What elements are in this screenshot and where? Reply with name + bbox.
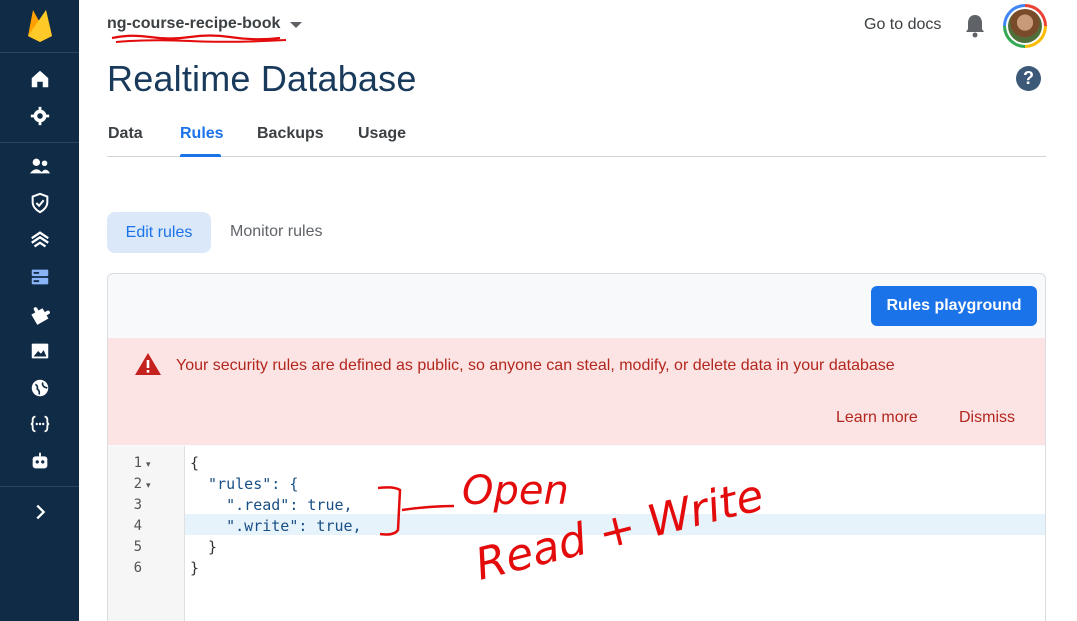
sidebar-divider: [0, 486, 79, 487]
sidebar-divider: [0, 142, 79, 143]
robot-icon[interactable]: [26, 447, 54, 475]
security-warning-banner: [108, 338, 1045, 445]
go-to-docs-link[interactable]: Go to docs: [864, 16, 941, 34]
firebase-logo[interactable]: [26, 8, 54, 42]
tab-rules[interactable]: Rules: [180, 125, 224, 143]
code-line: }: [190, 538, 218, 556]
monitor-rules-tab[interactable]: Monitor rules: [230, 223, 322, 241]
avatar[interactable]: [1003, 4, 1047, 48]
extensions-icon[interactable]: [26, 300, 54, 328]
shield-icon[interactable]: [26, 189, 54, 217]
tab-backups[interactable]: Backups: [257, 125, 324, 143]
line-number: 2: [133, 476, 142, 492]
handwritten-annotation: Open Read + Write: [377, 468, 769, 591]
help-icon[interactable]: ?: [1016, 66, 1041, 91]
functions-icon[interactable]: [26, 410, 54, 438]
code-line: ".read": true,: [190, 496, 353, 514]
code-line: {: [190, 454, 200, 472]
home-icon[interactable]: [26, 65, 54, 93]
line-number: 4: [133, 518, 142, 534]
settings-icon[interactable]: [26, 102, 54, 130]
database-icon[interactable]: [26, 263, 54, 291]
page-title: Realtime Database: [107, 58, 417, 99]
editor-gutter: [108, 446, 185, 621]
warning-icon: [135, 353, 161, 375]
tab-data[interactable]: Data: [108, 125, 143, 143]
dismiss-button[interactable]: Dismiss: [959, 409, 1015, 427]
code-line: "rules": {: [190, 475, 299, 493]
users-icon[interactable]: [26, 152, 54, 180]
avatar-ring: [1006, 7, 1044, 45]
line-number: 5: [133, 539, 142, 555]
code-line: }: [190, 559, 200, 577]
caret-down-icon: [290, 22, 303, 28]
globe-icon[interactable]: [26, 374, 54, 402]
edit-rules-tab[interactable]: Edit rules: [107, 212, 211, 253]
line-number: 1: [133, 455, 142, 471]
red-underline-annotation: [111, 34, 287, 43]
rules-playground-button[interactable]: Rules playground: [871, 286, 1037, 326]
notifications-bell-icon[interactable]: [963, 12, 987, 38]
chevron-right-icon[interactable]: [26, 498, 54, 526]
tab-usage[interactable]: Usage: [358, 125, 406, 143]
project-selector[interactable]: ng-course-recipe-book: [107, 15, 303, 33]
sidebar-divider: [0, 52, 79, 53]
line-number: 6: [133, 560, 142, 576]
avatar-photo: [1008, 9, 1042, 43]
project-name: ng-course-recipe-book: [107, 15, 281, 32]
tab-bar: Data Rules Backups Usage: [107, 120, 1046, 157]
storage-icon[interactable]: [26, 337, 54, 365]
annotation-open: Open: [462, 468, 569, 514]
fold-arrow-icon[interactable]: ▾: [146, 480, 151, 491]
sidebar: [0, 0, 79, 621]
learn-more-link[interactable]: Learn more: [836, 409, 918, 427]
code-line: ".write": true,: [190, 517, 362, 535]
fold-arrow-icon[interactable]: ▾: [146, 459, 151, 470]
warning-message: Your security rules are defined as publi…: [176, 357, 895, 374]
line-number: 3: [133, 497, 142, 513]
active-tab-indicator: [180, 154, 221, 157]
hosting-icon[interactable]: [26, 226, 54, 254]
